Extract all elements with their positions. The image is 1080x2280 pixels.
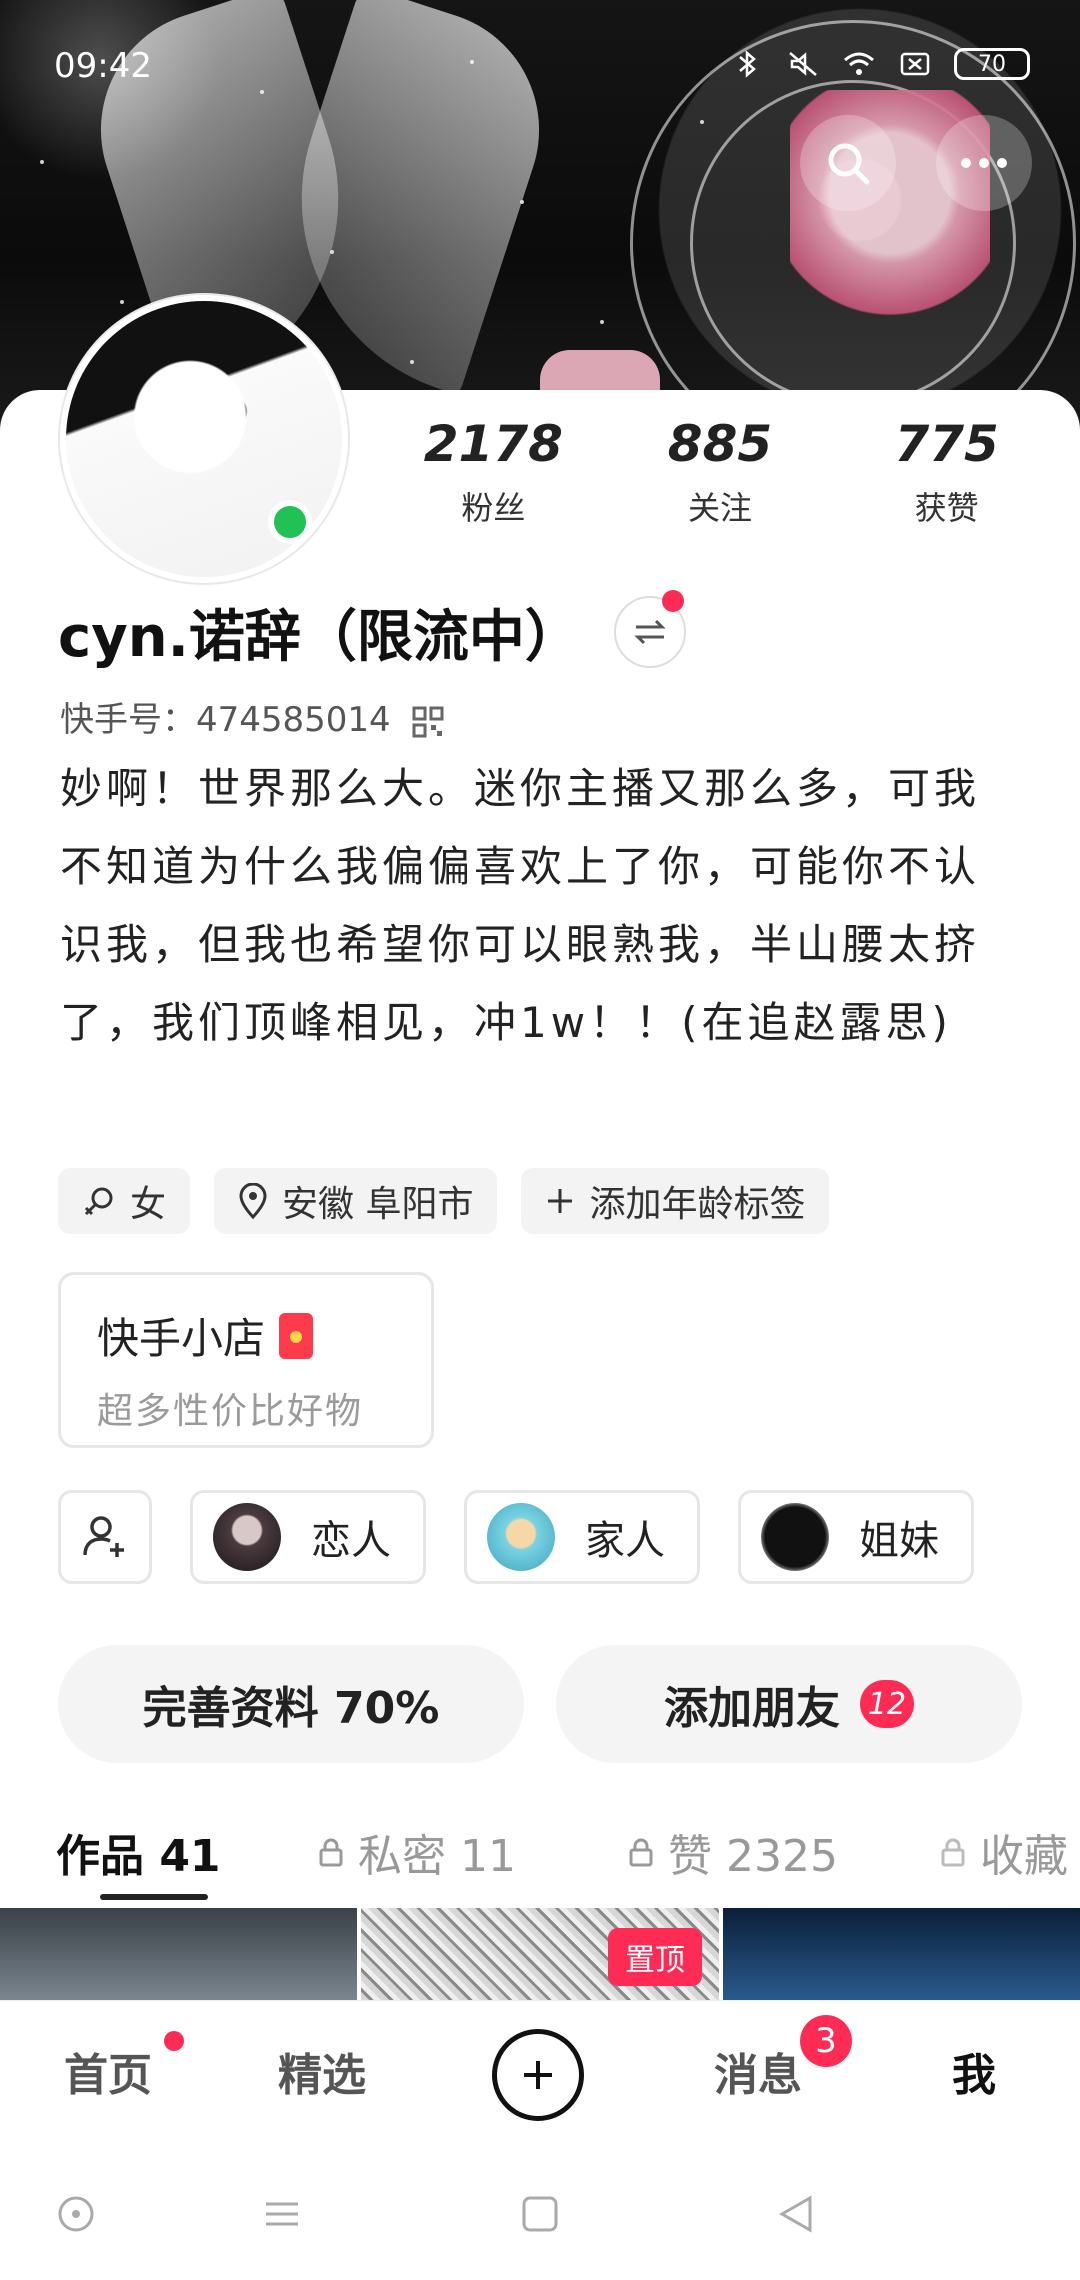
works-grid — [0, 1908, 1080, 2000]
bottom-navigation: 首页 精选 消息 3 我 — [0, 2000, 1080, 2149]
tag-location-label: 安徽 阜阳市 — [282, 1184, 474, 1225]
qr-code-icon[interactable] — [412, 706, 444, 738]
lock-icon — [629, 1838, 653, 1867]
tab-works[interactable]: 作品 41 — [56, 1820, 221, 1884]
nav-home[interactable]: 首页 — [64, 2039, 152, 2103]
relation-lover[interactable]: 恋人 — [190, 1490, 426, 1584]
likes-count: 775 — [894, 415, 999, 473]
pinned-badge: 置顶 — [608, 1928, 702, 1986]
notification-dot — [662, 590, 684, 612]
work-thumbnail[interactable] — [0, 1908, 358, 2000]
following-label: 关注 — [687, 489, 752, 527]
menu-icon[interactable] — [262, 2194, 302, 2234]
followers-stat[interactable]: 2178 粉丝 — [393, 415, 593, 529]
lock-icon — [319, 1838, 343, 1867]
relation-lover-label: 恋人 — [311, 1518, 391, 1564]
status-bar: 09:42 70 — [0, 0, 1080, 130]
lover-avatar — [213, 1503, 281, 1571]
sisters-avatar — [761, 1503, 829, 1571]
relation-sisters[interactable]: 姐妹 — [738, 1490, 974, 1584]
search-icon — [828, 143, 870, 185]
active-tab-indicator — [100, 1894, 208, 1900]
following-stat[interactable]: 885 关注 — [620, 415, 820, 529]
nav-messages[interactable]: 消息 — [714, 2039, 802, 2103]
switch-icon — [634, 619, 666, 645]
shop-title-text: 快手小店 — [97, 1314, 266, 1363]
mute-icon — [789, 52, 817, 76]
work-thumbnail[interactable] — [722, 1908, 1080, 2000]
battery-indicator: 70 — [954, 48, 1030, 80]
tab-collected[interactable]: 收藏 — [940, 1820, 1068, 1884]
bio-text: 妙啊！世界那么大。迷你主播又那么多，可我不知道为什么我偏偏喜欢上了你，可能你不认… — [60, 764, 981, 1047]
tag-gender[interactable]: 女 — [58, 1168, 191, 1234]
complete-profile-button[interactable]: 完善资料 70% — [58, 1645, 524, 1763]
followers-label: 粉丝 — [461, 489, 526, 527]
search-button[interactable] — [800, 115, 896, 211]
tab-private-label: 私密 11 — [358, 1831, 516, 1882]
avatar[interactable] — [60, 295, 348, 583]
add-relation-button[interactable] — [58, 1490, 152, 1584]
home-system-icon[interactable] — [520, 2194, 560, 2234]
kwai-shop-card[interactable]: 快手小店 超多性价比好物 — [58, 1272, 434, 1448]
likes-stat[interactable]: 775 获赞 — [847, 415, 1047, 529]
add-friends-badge: 12 — [860, 1680, 914, 1728]
relation-sisters-label: 姐妹 — [859, 1518, 939, 1564]
shop-title: 快手小店 — [97, 1305, 395, 1366]
shop-subtitle: 超多性价比好物 — [97, 1391, 364, 1432]
profile-stats: 2178 粉丝 885 关注 775 获赞 — [380, 415, 1060, 529]
home-notification-dot — [164, 2031, 184, 2051]
system-navigation-bar — [0, 2148, 1080, 2280]
add-user-icon — [83, 1516, 124, 1557]
status-icons: 70 — [730, 48, 1030, 80]
add-friends-button[interactable]: 添加朋友 12 — [556, 1645, 1022, 1763]
lock-icon — [941, 1838, 965, 1867]
relation-family-label: 家人 — [585, 1518, 665, 1564]
plus-icon — [548, 1189, 573, 1213]
tab-private[interactable]: 私密 11 — [318, 1820, 516, 1884]
nav-me[interactable]: 我 — [952, 2039, 996, 2103]
profile-tags: 女 安徽 阜阳市 添加年龄标签 — [58, 1168, 830, 1234]
kwai-id-text: 快手号：474585014 — [60, 700, 391, 740]
add-friends-label: 添加朋友 — [664, 1683, 840, 1734]
relation-family[interactable]: 家人 — [464, 1490, 700, 1584]
tab-liked-label: 赞 2325 — [668, 1831, 838, 1882]
female-icon — [84, 1187, 113, 1216]
relations-row: 恋人 家人 姐妹 — [58, 1490, 974, 1584]
followers-count: 2178 — [423, 415, 563, 473]
tab-works-label: 作品 41 — [56, 1831, 221, 1882]
tag-gender-label: 女 — [130, 1184, 167, 1225]
username: cyn.诺辞（限流中） — [58, 605, 581, 670]
sim-icon — [900, 52, 930, 76]
bluetooth-icon — [739, 50, 756, 78]
messages-badge: 3 — [800, 2015, 852, 2067]
status-time: 09:42 — [54, 46, 152, 86]
kwai-id: 快手号：474585014 — [60, 692, 444, 741]
tab-collected-label: 收藏 — [980, 1831, 1068, 1882]
red-packet-icon — [279, 1312, 314, 1359]
tag-location[interactable]: 安徽 阜阳市 — [214, 1168, 498, 1234]
following-count: 885 — [667, 415, 773, 473]
wifi-icon — [844, 52, 874, 75]
back-icon[interactable] — [776, 2194, 816, 2234]
nav-featured[interactable]: 精选 — [278, 2039, 366, 2103]
more-button[interactable] — [936, 115, 1032, 211]
assistant-icon[interactable] — [56, 2194, 96, 2234]
complete-profile-label: 完善资料 70% — [142, 1683, 440, 1734]
online-status-dot — [268, 500, 312, 544]
tag-add-age-label: 添加年龄标签 — [589, 1184, 806, 1225]
tab-liked[interactable]: 赞 2325 — [628, 1820, 838, 1884]
tag-add-age[interactable]: 添加年龄标签 — [521, 1168, 830, 1234]
location-icon — [239, 1183, 267, 1219]
family-avatar — [487, 1503, 555, 1571]
likes-label: 获赞 — [914, 489, 979, 527]
more-icon — [961, 158, 1007, 168]
plus-icon — [524, 2061, 552, 2089]
create-post-button[interactable] — [492, 2029, 584, 2121]
